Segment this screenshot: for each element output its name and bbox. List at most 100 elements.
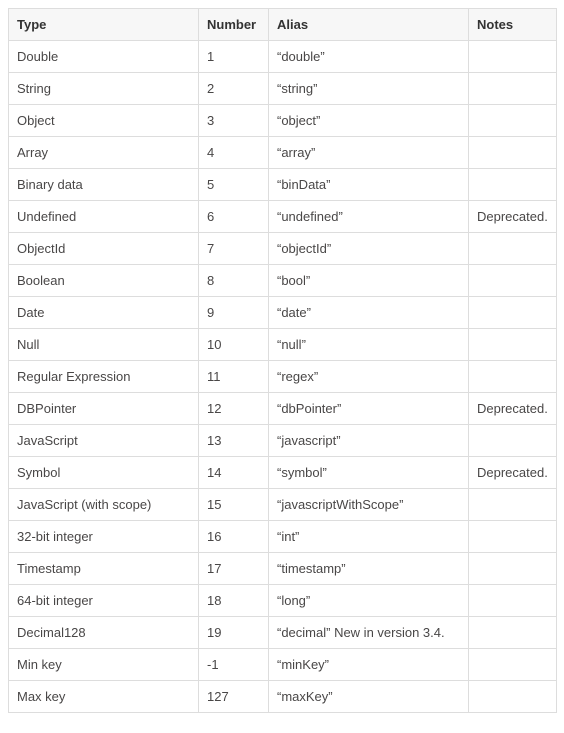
cell-type: DBPointer [9, 393, 199, 425]
cell-notes [469, 617, 557, 649]
cell-notes [469, 41, 557, 73]
cell-number: 8 [199, 265, 269, 297]
cell-type: 64-bit integer [9, 585, 199, 617]
cell-alias: “dbPointer” [269, 393, 469, 425]
cell-number: 11 [199, 361, 269, 393]
cell-type: Array [9, 137, 199, 169]
table-row: Date9“date” [9, 297, 557, 329]
cell-notes [469, 297, 557, 329]
cell-alias: “minKey” [269, 649, 469, 681]
header-notes: Notes [469, 9, 557, 41]
cell-number: 5 [199, 169, 269, 201]
cell-alias: “undefined” [269, 201, 469, 233]
cell-alias: “string” [269, 73, 469, 105]
table-body: Double1“double”String2“string”Object3“ob… [9, 41, 557, 713]
table-row: Binary data5“binData” [9, 169, 557, 201]
table-row: Array4“array” [9, 137, 557, 169]
cell-notes [469, 361, 557, 393]
cell-notes [469, 73, 557, 105]
table-row: Double1“double” [9, 41, 557, 73]
table-row: Timestamp17“timestamp” [9, 553, 557, 585]
table-row: DBPointer12“dbPointer”Deprecated. [9, 393, 557, 425]
table-row: Min key-1“minKey” [9, 649, 557, 681]
table-row: Max key127“maxKey” [9, 681, 557, 713]
cell-type: Null [9, 329, 199, 361]
cell-number: 7 [199, 233, 269, 265]
table-row: 32-bit integer16“int” [9, 521, 557, 553]
table-row: Regular Expression11“regex” [9, 361, 557, 393]
cell-alias: “javascriptWithScope” [269, 489, 469, 521]
cell-number: 14 [199, 457, 269, 489]
bson-types-table: Type Number Alias Notes Double1“double”S… [8, 8, 557, 713]
cell-type: Max key [9, 681, 199, 713]
cell-notes: Deprecated. [469, 201, 557, 233]
cell-type: JavaScript (with scope) [9, 489, 199, 521]
cell-number: 10 [199, 329, 269, 361]
cell-number: 15 [199, 489, 269, 521]
cell-notes [469, 169, 557, 201]
header-type: Type [9, 9, 199, 41]
cell-notes [469, 233, 557, 265]
header-alias: Alias [269, 9, 469, 41]
cell-alias: “binData” [269, 169, 469, 201]
table-row: Symbol14“symbol”Deprecated. [9, 457, 557, 489]
cell-alias: “double” [269, 41, 469, 73]
cell-number: 12 [199, 393, 269, 425]
cell-number: 16 [199, 521, 269, 553]
table-row: Object3“object” [9, 105, 557, 137]
table-row: Null10“null” [9, 329, 557, 361]
table-row: ObjectId7“objectId” [9, 233, 557, 265]
cell-type: Date [9, 297, 199, 329]
cell-type: Min key [9, 649, 199, 681]
cell-type: 32-bit integer [9, 521, 199, 553]
cell-number: 17 [199, 553, 269, 585]
cell-type: Decimal128 [9, 617, 199, 649]
cell-alias: “object” [269, 105, 469, 137]
cell-alias: “objectId” [269, 233, 469, 265]
cell-type: Regular Expression [9, 361, 199, 393]
cell-alias: “bool” [269, 265, 469, 297]
cell-number: 4 [199, 137, 269, 169]
table-header-row: Type Number Alias Notes [9, 9, 557, 41]
cell-number: 19 [199, 617, 269, 649]
table-row: Boolean8“bool” [9, 265, 557, 297]
cell-notes [469, 521, 557, 553]
cell-notes [469, 265, 557, 297]
cell-alias: “maxKey” [269, 681, 469, 713]
cell-type: Timestamp [9, 553, 199, 585]
cell-type: Object [9, 105, 199, 137]
cell-alias: “null” [269, 329, 469, 361]
cell-number: 127 [199, 681, 269, 713]
cell-number: 2 [199, 73, 269, 105]
cell-notes: Deprecated. [469, 393, 557, 425]
cell-alias: “timestamp” [269, 553, 469, 585]
cell-notes [469, 489, 557, 521]
cell-notes [469, 329, 557, 361]
cell-type: Undefined [9, 201, 199, 233]
cell-type: Symbol [9, 457, 199, 489]
cell-notes [469, 553, 557, 585]
cell-notes [469, 585, 557, 617]
cell-alias: “javascript” [269, 425, 469, 457]
table-row: JavaScript (with scope)15“javascriptWith… [9, 489, 557, 521]
cell-notes [469, 649, 557, 681]
table-row: Undefined6“undefined”Deprecated. [9, 201, 557, 233]
table-row: String2“string” [9, 73, 557, 105]
cell-type: String [9, 73, 199, 105]
cell-type: ObjectId [9, 233, 199, 265]
cell-notes [469, 681, 557, 713]
table-row: JavaScript13“javascript” [9, 425, 557, 457]
cell-type: Double [9, 41, 199, 73]
cell-type: JavaScript [9, 425, 199, 457]
cell-number: 9 [199, 297, 269, 329]
cell-number: 1 [199, 41, 269, 73]
cell-notes [469, 137, 557, 169]
cell-alias: “decimal” New in version 3.4. [269, 617, 469, 649]
table-row: Decimal12819“decimal” New in version 3.4… [9, 617, 557, 649]
cell-number: 18 [199, 585, 269, 617]
table-row: 64-bit integer18“long” [9, 585, 557, 617]
cell-notes [469, 105, 557, 137]
cell-alias: “symbol” [269, 457, 469, 489]
cell-alias: “long” [269, 585, 469, 617]
cell-notes [469, 425, 557, 457]
